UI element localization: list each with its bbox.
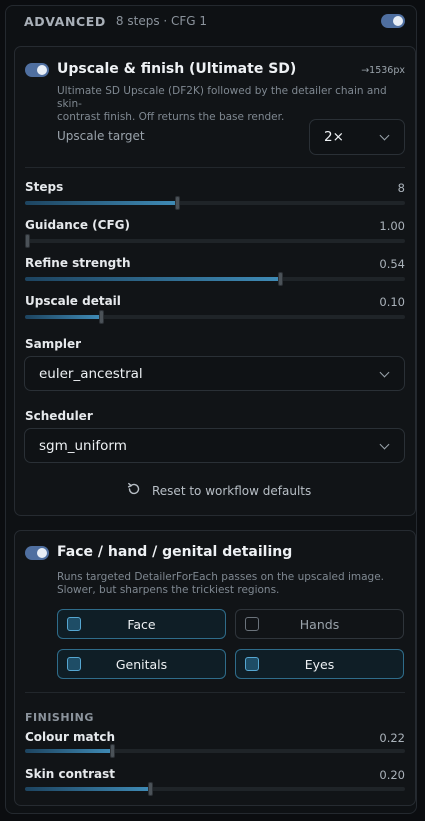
option-face-label: Face (127, 616, 156, 632)
sampler-select[interactable]: euler_ancestral (24, 356, 405, 391)
reset-defaults-button[interactable]: Reset to workflow defaults (126, 481, 311, 501)
detailing-description-line1: Runs targeted DetailerForEach passes on … (57, 571, 384, 583)
refine-strength-value: 0.54 (379, 257, 405, 271)
colour-match-value: 0.22 (379, 731, 405, 745)
slider-thumb[interactable] (148, 782, 153, 796)
steps-label: Steps (25, 180, 64, 194)
option-hands[interactable]: Hands (235, 609, 404, 639)
upscale-resolution: →1536px (361, 65, 405, 76)
refine-strength-slider[interactable] (25, 272, 405, 286)
slider-fill (25, 749, 112, 753)
chevron-down-icon (379, 367, 390, 378)
steps-slider[interactable] (25, 196, 405, 210)
detailing-title: Face / hand / genital detailing (57, 544, 293, 560)
divider (25, 692, 405, 693)
upscale-detail-label: Upscale detail (25, 294, 121, 308)
upscale-detail-value: 0.10 (379, 295, 405, 309)
upscale-detail-slider[interactable] (25, 310, 405, 324)
option-eyes[interactable]: Eyes (235, 649, 404, 679)
upscale-title: Upscale & finish (Ultimate SD) (57, 61, 297, 77)
checkbox[interactable] (245, 657, 259, 671)
slider-thumb[interactable] (99, 310, 104, 324)
upscale-toggle[interactable] (25, 63, 49, 77)
checkbox[interactable] (245, 617, 259, 631)
option-genitals[interactable]: Genitals (57, 649, 226, 679)
upscale-target-label: Upscale target (57, 129, 145, 143)
chevron-down-icon (379, 439, 390, 450)
detailing-toggle[interactable] (25, 546, 49, 560)
checkbox[interactable] (67, 657, 81, 671)
checkbox[interactable] (67, 617, 81, 631)
slider-thumb[interactable] (25, 234, 30, 248)
slider-fill (25, 315, 101, 319)
upscale-description-line1: Ultimate SD Upscale (DF2K) followed by t… (57, 85, 387, 110)
chevron-down-icon (379, 130, 390, 141)
advanced-header[interactable]: ADVANCED 8 steps · CFG 1 (24, 12, 207, 30)
toggle-knob (393, 16, 403, 26)
toggle-knob (37, 548, 47, 558)
upscale-target-value: 2× (324, 129, 344, 145)
advanced-toggle[interactable] (381, 14, 405, 28)
option-genitals-label: Genitals (115, 656, 168, 672)
toggle-knob (37, 65, 47, 75)
guidance-slider[interactable] (25, 234, 405, 248)
detailing-description: Runs targeted DetailerForEach passes on … (57, 571, 407, 597)
slider-thumb[interactable] (175, 196, 180, 210)
scheduler-select[interactable]: sgm_uniform (24, 428, 405, 463)
slider-fill (25, 277, 280, 281)
skin-contrast-label: Skin contrast (25, 767, 115, 781)
advanced-title: ADVANCED (24, 13, 106, 29)
skin-contrast-slider[interactable] (25, 782, 405, 796)
reset-icon (126, 481, 142, 501)
guidance-label: Guidance (CFG) (25, 218, 130, 232)
option-hands-label: Hands (299, 616, 340, 632)
colour-match-label: Colour match (25, 730, 116, 744)
slider-fill (25, 201, 177, 205)
option-face[interactable]: Face (57, 609, 226, 639)
sampler-value: euler_ancestral (39, 366, 143, 382)
colour-match-slider[interactable] (25, 744, 405, 758)
detailing-description-line2: Slower, but sharpens the trickiest regio… (57, 584, 280, 596)
scheduler-value: sgm_uniform (39, 438, 127, 454)
divider (25, 167, 405, 168)
sampler-label: Sampler (25, 337, 82, 351)
steps-value: 8 (397, 181, 405, 195)
reset-label: Reset to workflow defaults (152, 484, 312, 498)
guidance-value: 1.00 (379, 219, 405, 233)
slider-thumb[interactable] (110, 744, 115, 758)
slider-fill (25, 787, 150, 791)
skin-contrast-value: 0.20 (379, 768, 405, 782)
scheduler-label: Scheduler (25, 409, 93, 423)
refine-strength-label: Refine strength (25, 256, 131, 270)
option-eyes-label: Eyes (304, 656, 335, 672)
advanced-summary: 8 steps · CFG 1 (115, 14, 208, 28)
upscale-target-select[interactable]: 2× (309, 119, 405, 155)
slider-thumb[interactable] (278, 272, 283, 286)
finishing-heading: FINISHING (25, 711, 94, 724)
